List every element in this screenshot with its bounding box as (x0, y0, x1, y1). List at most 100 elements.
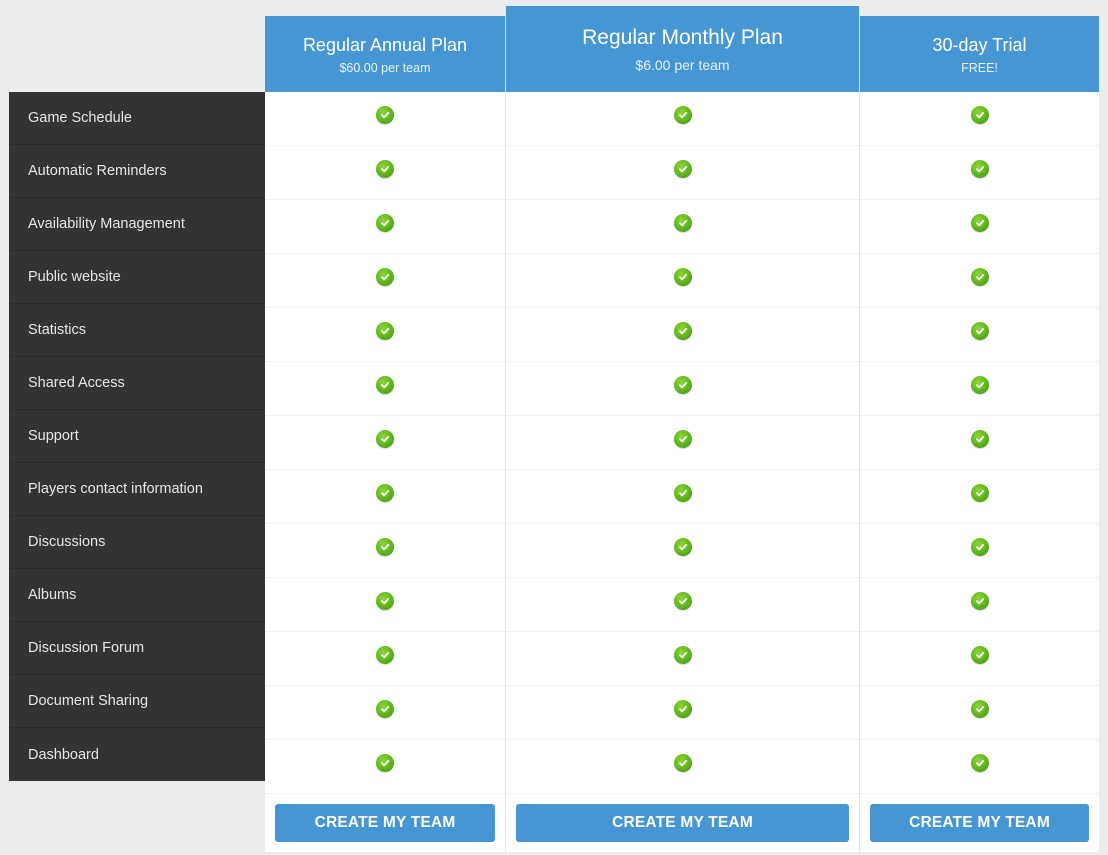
plan-price: $6.00 per team (635, 57, 730, 73)
check-circle-icon (970, 322, 989, 340)
feature-label: Game Schedule (28, 110, 132, 126)
check-circle-icon (376, 268, 394, 286)
feature-row: Public website (9, 251, 265, 304)
check-circle-icon (970, 484, 989, 502)
plan-feature-cell (860, 92, 1099, 146)
plan-feature-cell (506, 578, 859, 632)
check-circle-icon (970, 160, 989, 178)
plan-feature-cell (860, 524, 1099, 578)
plan-feature-cell (506, 416, 859, 470)
feature-row: Albums (9, 569, 265, 622)
check-circle-icon (376, 538, 394, 556)
check-circle-icon (376, 484, 394, 502)
plan-price: FREE! (961, 60, 998, 75)
check-circle-icon (970, 376, 989, 394)
plan-title: 30-day Trial (932, 34, 1027, 55)
plan-feature-cell (506, 146, 859, 200)
plan-feature-cell (860, 632, 1099, 686)
check-circle-icon (970, 700, 989, 718)
feature-row: Discussion Forum (9, 622, 265, 675)
plan-feature-cell (265, 92, 505, 146)
plan-column-trial: 30-day Trial FREE! CREATE MY TEAM (860, 16, 1099, 852)
plan-feature-cell (860, 416, 1099, 470)
feature-row: Availability Management (9, 198, 265, 251)
check-circle-icon (673, 754, 692, 772)
plan-header: 30-day Trial FREE! (860, 16, 1099, 92)
feature-label: Dashboard (28, 746, 99, 763)
check-circle-icon (673, 484, 692, 502)
feature-row: Document Sharing (9, 675, 265, 728)
check-circle-icon (673, 376, 692, 394)
check-circle-icon (376, 214, 394, 232)
check-circle-icon (673, 106, 692, 124)
check-circle-icon (673, 592, 692, 610)
feature-label: Players contact information (28, 481, 203, 497)
check-circle-icon (376, 322, 394, 340)
plan-feature-cell (265, 254, 505, 308)
plan-feature-checks (265, 92, 505, 794)
check-circle-icon (673, 700, 692, 718)
plan-feature-cell (265, 308, 505, 362)
check-circle-icon (970, 592, 989, 610)
feature-label: Statistics (28, 322, 87, 338)
feature-row: Statistics (9, 304, 265, 357)
check-circle-icon (673, 160, 692, 178)
feature-label: Discussions (28, 534, 106, 550)
check-circle-icon (376, 160, 394, 178)
feature-label: Document Sharing (28, 693, 149, 709)
plan-feature-cell (265, 686, 505, 740)
feature-row: Shared Access (9, 357, 265, 410)
plan-header: Regular Annual Plan $60.00 per team (265, 16, 505, 92)
plan-column-monthly: Regular Monthly Plan $6.00 per team CREA… (505, 6, 860, 852)
create-my-team-button-monthly[interactable]: CREATE MY TEAM (516, 804, 849, 842)
plan-header: Regular Monthly Plan $6.00 per team (506, 6, 859, 92)
check-circle-icon (970, 214, 989, 232)
feature-label: Support (28, 428, 79, 444)
plan-feature-checks (860, 92, 1099, 794)
create-my-team-button-annual[interactable]: CREATE MY TEAM (275, 804, 495, 842)
feature-label: Albums (28, 587, 77, 603)
check-circle-icon (376, 754, 394, 772)
plan-feature-cell (860, 308, 1099, 362)
feature-label: Public website (28, 269, 121, 285)
check-circle-icon (970, 268, 989, 286)
plan-feature-checks (506, 92, 859, 794)
plan-feature-cell (506, 740, 859, 794)
plan-feature-cell (265, 416, 505, 470)
plan-column-annual: Regular Annual Plan $60.00 per team CREA… (265, 16, 505, 852)
check-circle-icon (970, 538, 989, 556)
feature-row: Automatic Reminders (9, 145, 265, 198)
plan-feature-cell (265, 470, 505, 524)
create-my-team-button-trial[interactable]: CREATE MY TEAM (870, 804, 1089, 842)
plan-feature-cell (860, 578, 1099, 632)
plan-title: Regular Annual Plan (302, 34, 468, 55)
feature-label: Shared Access (28, 375, 125, 391)
feature-label: Discussion Forum (28, 640, 145, 656)
plan-feature-cell (860, 254, 1099, 308)
check-circle-icon (376, 430, 394, 448)
check-circle-icon (673, 538, 692, 556)
plan-feature-cell (265, 632, 505, 686)
check-circle-icon (376, 700, 394, 718)
feature-list: Game Schedule Automatic Reminders Availabi… (9, 92, 265, 781)
plan-feature-cell (265, 740, 505, 794)
check-circle-icon (376, 106, 394, 124)
check-circle-icon (376, 592, 394, 610)
feature-row: Dashboard (9, 728, 265, 781)
check-circle-icon (673, 322, 692, 340)
feature-label: Availability Management (28, 216, 185, 232)
check-circle-icon (673, 268, 692, 286)
plan-feature-cell (506, 524, 859, 578)
check-circle-icon (673, 214, 692, 232)
plan-feature-cell (506, 200, 859, 254)
plan-feature-cell (860, 686, 1099, 740)
plan-footer: CREATE MY TEAM (265, 794, 505, 852)
plan-feature-cell (506, 686, 859, 740)
plan-feature-cell (860, 470, 1099, 524)
plan-feature-cell (265, 524, 505, 578)
plan-feature-cell (265, 146, 505, 200)
check-circle-icon (376, 646, 394, 664)
plan-footer: CREATE MY TEAM (860, 794, 1099, 852)
plan-feature-cell (860, 200, 1099, 254)
check-circle-icon (970, 754, 989, 772)
